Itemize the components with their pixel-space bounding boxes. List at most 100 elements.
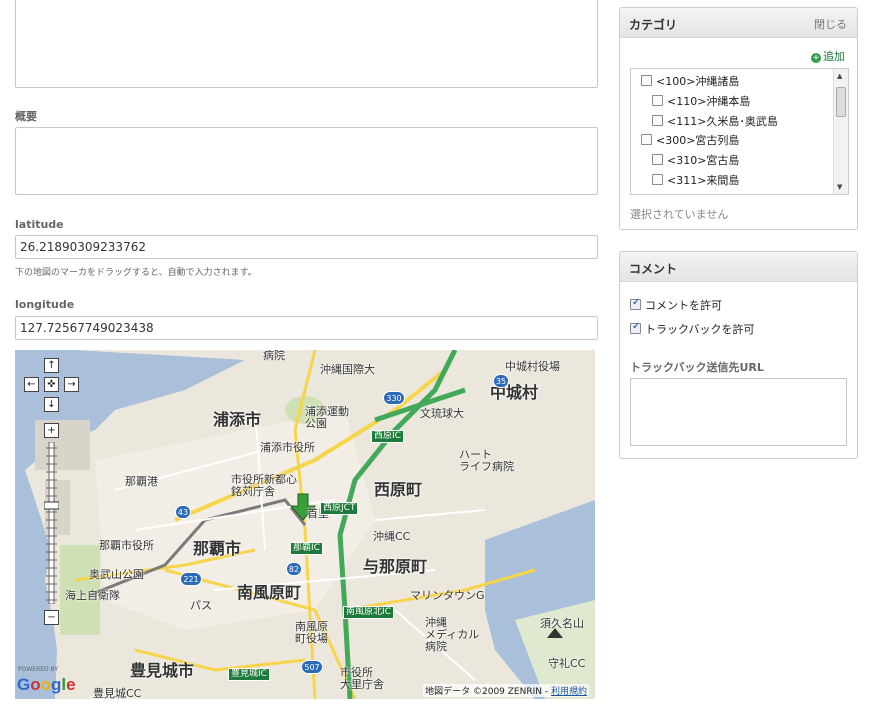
excerpt-label: 概要 <box>15 110 37 123</box>
allow-comments-label: コメントを許可 <box>645 299 722 312</box>
map-zoom-handle <box>44 501 59 510</box>
category-item[interactable]: <100>沖縄諸島 <box>641 73 739 89</box>
allow-trackbacks-checkbox[interactable] <box>630 321 641 334</box>
excerpt-textarea[interactable] <box>15 127 598 195</box>
map-label-okinawa-kokusai: 沖縄国際大 <box>320 363 375 376</box>
category-label: <311>来間島 <box>667 174 740 187</box>
category-checkbox[interactable] <box>652 154 663 165</box>
allow-comments-option[interactable]: コメントを許可 <box>630 297 722 313</box>
map-pan-down-button[interactable]: ↓ <box>44 397 59 412</box>
map-pan-up-button[interactable]: ↑ <box>44 358 59 373</box>
map-label-marine-town: マリンタウンG <box>410 589 485 602</box>
map-label-ryukyu-univ: 文琉球大 <box>420 407 464 420</box>
latitude-input[interactable]: 26.21890309233762 <box>15 235 598 259</box>
latitude-hint: 下の地図のマーカをドラッグすると、自動で入力されます。 <box>15 268 257 278</box>
map-label-naha: 那覇市 <box>193 539 242 558</box>
map-attribution: 地図データ ©2009 ZENRIN - 利用規約 <box>423 684 589 697</box>
comment-panel-title: コメント <box>629 262 678 276</box>
category-panel-title: カテゴリ <box>629 18 678 32</box>
category-label: <110>沖縄本島 <box>667 95 751 108</box>
body-textarea[interactable] <box>15 0 598 88</box>
trackback-url-textarea[interactable] <box>630 378 847 446</box>
map-label-okinawa-cc: 沖縄CC <box>373 530 411 543</box>
map-route-507: 507 <box>301 660 323 674</box>
map-label-naha-port: 那覇港 <box>125 475 158 488</box>
map-attribution-text: 地図データ ©2009 ZENRIN - <box>425 687 549 697</box>
trackback-url-label: トラックバック送信先URL <box>630 361 764 374</box>
longitude-label: longitude <box>15 298 75 311</box>
map-sign-nishihara-jct: 西原JCT <box>320 502 359 515</box>
scrollbar-thumb[interactable] <box>836 87 846 117</box>
scroll-down-icon[interactable]: ▼ <box>837 183 842 191</box>
category-panel-header: カテゴリ 閉じる <box>620 8 857 38</box>
map-base-layer <box>15 350 595 699</box>
map-label-haebaru-office: 南風原 町役場 <box>295 620 328 645</box>
map-label-nakagusuku-office: 中城村役場 <box>505 360 560 373</box>
map-pan-center-button[interactable]: ✜ <box>44 377 59 392</box>
map-route-43: 43 <box>175 505 191 519</box>
map-route-330: 330 <box>383 391 405 405</box>
map-label-urasoe-cityhall: 浦添市役所 <box>260 441 315 454</box>
category-panel: カテゴリ 閉じる + 追加 <100>沖縄諸島 <110>沖縄本島 <111>久米… <box>619 7 858 230</box>
plus-circle-icon: + <box>811 53 821 63</box>
add-category-label: 追加 <box>823 50 845 63</box>
map-zoom-out-button[interactable]: − <box>44 610 59 625</box>
category-item[interactable]: <311>来間島 <box>652 172 739 188</box>
map-label-hospital: 病院 <box>263 350 285 362</box>
allow-trackbacks-label: トラックバックを許可 <box>645 323 755 336</box>
map-label-shintoshin: 市役所新都心 銘苅庁舎 <box>231 473 297 498</box>
map-label-sukuna: 須久名山 <box>540 617 584 630</box>
category-item[interactable]: <111>久米島･奥武島 <box>652 113 778 129</box>
map-pan-left-button[interactable]: ← <box>24 377 39 392</box>
add-category-link[interactable]: + 追加 <box>811 48 845 64</box>
category-checkbox[interactable] <box>652 95 663 106</box>
category-label: <310>宮古島 <box>667 154 740 167</box>
category-item[interactable]: <300>宮古列島 <box>641 132 739 148</box>
scroll-up-icon[interactable]: ▲ <box>837 72 842 80</box>
map-pan-right-button[interactable]: → <box>64 377 79 392</box>
category-scrollbar[interactable]: ▲ ▼ <box>833 69 848 194</box>
map-label-bypass: パス <box>190 599 212 612</box>
map-sign-nishihara-ic: 西原IC <box>371 430 404 443</box>
category-panel-close-link[interactable]: 閉じる <box>814 16 847 32</box>
map-label-shurei-cc: 守礼CC <box>548 657 586 670</box>
longitude-input[interactable]: 127.72567749023438 <box>15 316 598 340</box>
map-label-onoyama-park: 奥武山公園 <box>89 568 144 581</box>
map-zoom-in-button[interactable]: + <box>44 423 59 438</box>
comment-panel-header: コメント <box>620 252 857 282</box>
map-label-naha-cityhall: 那覇市役所 <box>99 539 154 552</box>
map-label-urasoe: 浦添市 <box>213 410 262 429</box>
map-route-221: 221 <box>180 572 202 586</box>
map-route-35: 35 <box>493 374 509 388</box>
map-label-okinawa-medical: 沖縄 メディカル 病院 <box>425 616 480 653</box>
category-checkbox[interactable] <box>652 115 663 126</box>
category-checklist[interactable]: <100>沖縄諸島 <110>沖縄本島 <111>久米島･奥武島 <300>宮古… <box>630 68 849 195</box>
map-zoom-slider[interactable] <box>44 442 59 604</box>
category-checkbox[interactable] <box>652 174 663 185</box>
map-powered-by: POWERED BY <box>18 666 59 673</box>
comment-panel: コメント コメントを許可 トラックバックを許可 トラックバック送信先URL <box>619 251 858 459</box>
map-label-tomigusuku-cc: 豊見城CC <box>93 687 142 700</box>
category-label: <100>沖縄諸島 <box>656 75 740 88</box>
map-label-urasoe-park: 浦添運動 公園 <box>305 405 349 430</box>
map-sign-tomigusuku-ic: 豊見城IC <box>228 668 270 681</box>
map-label-heartlife: ハート ライフ病院 <box>459 448 514 473</box>
allow-trackbacks-option[interactable]: トラックバックを許可 <box>630 321 754 337</box>
latitude-label: latitude <box>15 218 64 231</box>
map-label-nishihara: 西原町 <box>374 480 423 499</box>
map-label-tomigusuku: 豊見城市 <box>130 661 195 680</box>
category-item[interactable]: <110>沖縄本島 <box>652 93 750 109</box>
map-sign-naha-ic: 那覇IC <box>290 542 323 555</box>
location-map[interactable]: 病院 沖縄国際大 中城村役場 中城村 浦添市 浦添運動 公園 文琉球大 浦添市役… <box>15 350 595 699</box>
map-terms-link[interactable]: 利用規約 <box>551 687 587 697</box>
category-none-selected: 選択されていません <box>630 208 729 221</box>
category-checkbox[interactable] <box>641 75 652 86</box>
category-label: <111>久米島･奥武島 <box>667 115 778 128</box>
category-label: <300>宮古列島 <box>656 134 740 147</box>
category-item[interactable]: <310>宮古島 <box>652 152 739 168</box>
map-route-82: 82 <box>286 562 302 576</box>
allow-comments-checkbox[interactable] <box>630 297 641 310</box>
map-label-yonabaru: 与那原町 <box>363 557 428 576</box>
category-checkbox[interactable] <box>641 134 652 145</box>
map-label-jsdf: 海上自衛隊 <box>65 589 120 602</box>
